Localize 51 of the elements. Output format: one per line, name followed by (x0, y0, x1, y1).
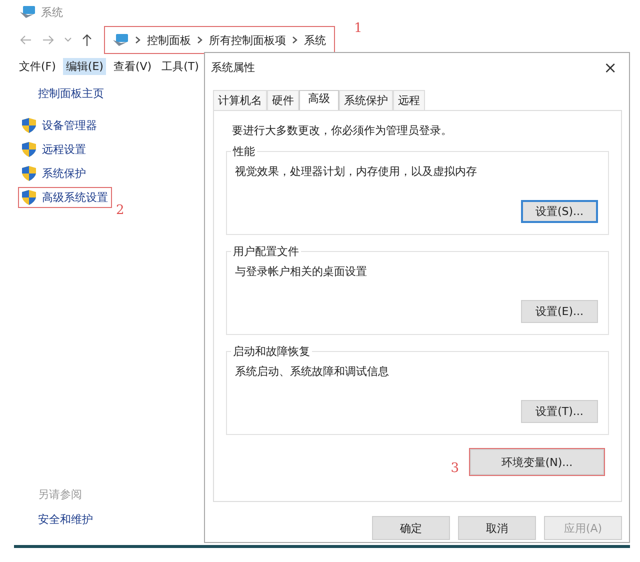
tab[interactable]: 高级 (299, 90, 339, 110)
menu-item[interactable]: 查看(V) (110, 58, 155, 74)
section-heading: 另请参阅 (38, 487, 82, 502)
group-title: 性能 (231, 144, 257, 159)
menu-item[interactable]: 工具(T) (158, 58, 202, 74)
dropdown-icon[interactable] (64, 37, 72, 43)
shield-icon (22, 190, 36, 205)
breadcrumb-item[interactable]: 所有控制面板项 (209, 32, 286, 48)
back-icon[interactable] (20, 35, 32, 45)
annotation-number: 3 (450, 461, 459, 476)
window-title: 系统 (41, 4, 63, 20)
tab[interactable]: 远程 (393, 90, 425, 110)
chevron-icon (135, 36, 141, 44)
shield-icon (22, 118, 36, 133)
tab[interactable]: 硬件 (267, 90, 299, 110)
computer-icon (20, 5, 36, 19)
up-icon[interactable] (82, 34, 92, 46)
close-button[interactable]: × (600, 58, 621, 76)
chevron-icon (292, 36, 298, 44)
group-description: 与登录帐户相关的桌面设置 (235, 264, 368, 279)
group-title: 启动和故障恢复 (231, 344, 312, 359)
menu-item[interactable]: 编辑(E) (62, 58, 106, 74)
tab[interactable]: 计算机名 (213, 90, 267, 110)
dialog-title: 系统属性 (211, 60, 255, 74)
annotation-number: 2 (116, 203, 124, 218)
settings-button[interactable]: 设置(E)... (521, 300, 598, 323)
computer-icon (113, 33, 129, 47)
tab[interactable]: 系统保护 (339, 90, 393, 110)
shield-icon (22, 142, 36, 157)
dialog-button[interactable]: 取消 (458, 516, 536, 540)
annotation-number: 1 (354, 21, 362, 36)
sidebar-link[interactable]: 高级系统设置 (18, 187, 112, 208)
menu-item[interactable]: 文件(F) (16, 58, 59, 74)
notice-text: 要进行大多数更改，你必须作为管理员登录。 (232, 123, 453, 138)
shield-icon (22, 166, 36, 181)
environment-variables-button[interactable]: 环境变量(N)... (470, 449, 604, 475)
see-also-link[interactable]: 安全和维护 (38, 512, 93, 527)
forward-icon[interactable] (42, 35, 54, 45)
group-title: 用户配置文件 (231, 244, 301, 259)
group-description: 系统启动、系统故障和调试信息 (235, 364, 390, 379)
chevron-icon (197, 36, 203, 44)
breadcrumb-item[interactable]: 控制面板 (147, 32, 191, 48)
settings-button[interactable]: 设置(T)... (521, 400, 598, 423)
sidebar-link[interactable]: 设备管理器 (18, 115, 101, 136)
sidebar-link[interactable]: 系统保护 (18, 163, 90, 184)
group-description: 视觉效果，处理器计划，内存使用，以及虚拟内存 (235, 164, 478, 179)
dialog-button[interactable]: 确定 (372, 516, 450, 540)
settings-button[interactable]: 设置(S)... (521, 200, 598, 223)
sidebar-link[interactable]: 控制面板主页 (38, 86, 104, 101)
sidebar-link[interactable]: 远程设置 (18, 139, 90, 160)
breadcrumb-item[interactable]: 系统 (304, 32, 326, 48)
